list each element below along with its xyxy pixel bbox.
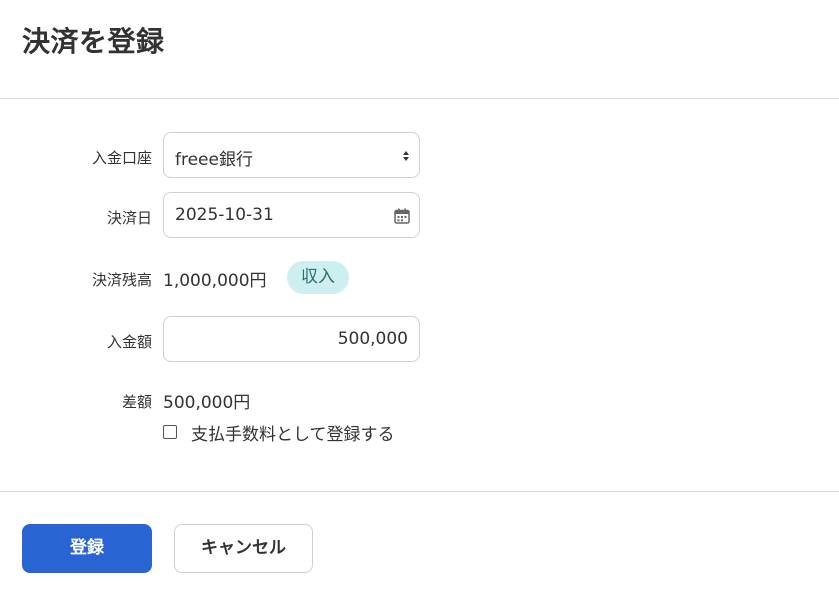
deposit-amount-label: 入金額 [106, 333, 152, 351]
account-label: 入金口座 [91, 149, 152, 167]
settlement-date-input[interactable]: 2025-10-31 [163, 192, 420, 238]
account-select-value: freee銀行 [175, 150, 253, 170]
submit-button[interactable]: 登録 [22, 524, 152, 573]
difference-label: 差額 [121, 393, 152, 411]
header-divider [0, 98, 839, 99]
calendar-icon[interactable] [393, 207, 411, 225]
difference-value: 500,000円 [163, 393, 251, 413]
settlement-date-value: 2025-10-31 [175, 205, 274, 225]
settlement-date-label: 決済日 [106, 209, 152, 227]
fee-checkbox-row[interactable]: 支払手数料として登録する [163, 420, 395, 445]
account-select[interactable]: freee銀行 [163, 132, 420, 178]
page-title: 決済を登録 [22, 25, 165, 58]
income-badge: 収入 [287, 261, 349, 294]
settlement-balance-label: 決済残高 [91, 271, 152, 289]
settlement-balance-value: 1,000,000円 [163, 271, 267, 291]
deposit-amount-input[interactable]: 500,000 [163, 316, 420, 362]
deposit-amount-value: 500,000 [337, 329, 408, 349]
cancel-button[interactable]: キャンセル [174, 524, 313, 573]
select-arrows-icon [403, 151, 409, 161]
fee-checkbox[interactable] [163, 425, 177, 439]
footer-divider [0, 491, 839, 492]
register-settlement-dialog: 決済を登録 入金口座 freee銀行 決済日 2025-10-31 決済残高 1… [0, 0, 839, 594]
fee-checkbox-label[interactable]: 支払手数料として登録する [191, 420, 395, 445]
